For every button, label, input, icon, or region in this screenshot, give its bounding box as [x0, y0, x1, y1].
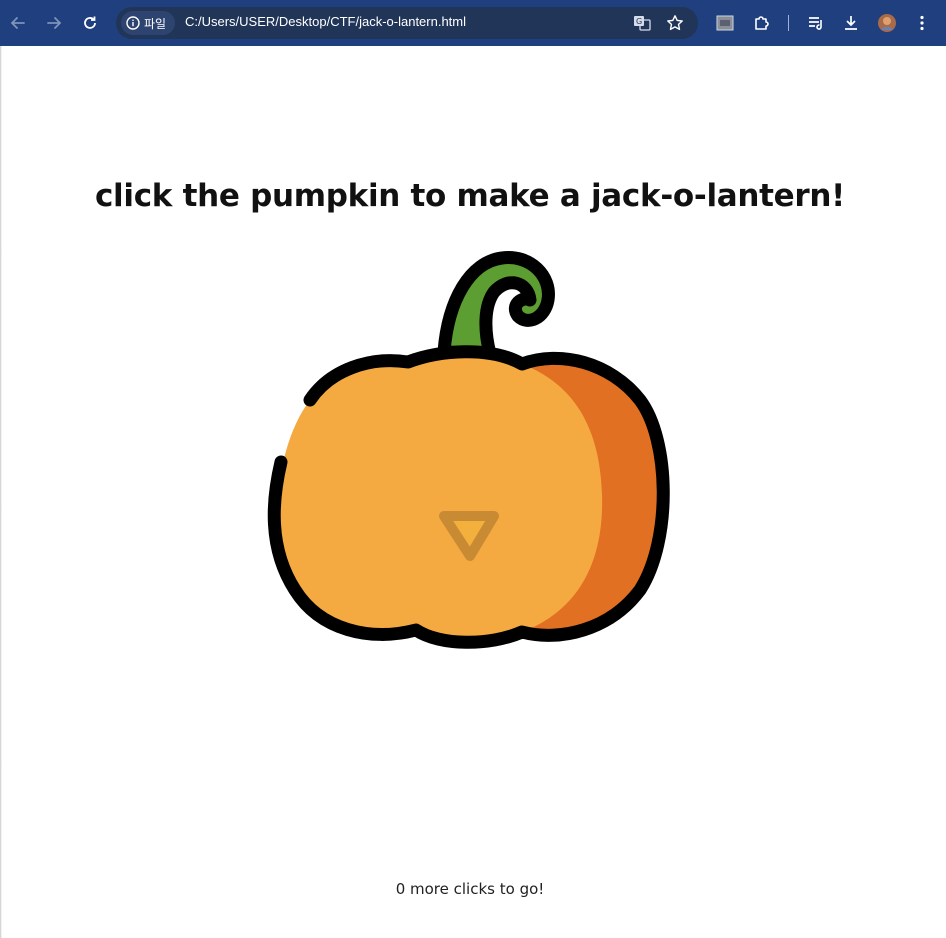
info-icon — [126, 16, 140, 30]
browser-toolbar: 파일 C:/Users/USER/Desktop/CTF/jack-o-lant… — [0, 0, 946, 46]
clicks-remaining-text: 0 more clicks to go! — [395, 880, 545, 898]
site-info-label: 파일 — [144, 16, 167, 31]
site-info-chip[interactable]: 파일 — [121, 11, 175, 35]
reading-list-icon[interactable] — [804, 11, 828, 35]
forward-icon[interactable] — [42, 11, 66, 35]
translate-icon[interactable]: G — [630, 11, 654, 35]
pumpkin-icon — [267, 251, 670, 649]
puzzle-icon[interactable] — [750, 11, 774, 35]
address-bar[interactable]: 파일 C:/Users/USER/Desktop/CTF/jack-o-lant… — [116, 7, 698, 39]
svg-text:G: G — [636, 17, 642, 26]
pumpkin-button[interactable] — [262, 248, 674, 650]
toolbar-separator — [788, 15, 789, 31]
profile-avatar-icon[interactable] — [875, 11, 899, 35]
back-icon[interactable] — [6, 11, 30, 35]
more-menu-icon[interactable] — [910, 11, 934, 35]
reload-icon[interactable] — [78, 11, 102, 35]
bookmark-star-icon[interactable] — [663, 11, 687, 35]
download-icon[interactable] — [839, 11, 863, 35]
extension-tile-icon[interactable] — [713, 11, 737, 35]
page-title: click the pumpkin to make a jack-o-lante… — [94, 178, 846, 214]
url-text[interactable]: C:/Users/USER/Desktop/CTF/jack-o-lantern… — [185, 14, 466, 29]
